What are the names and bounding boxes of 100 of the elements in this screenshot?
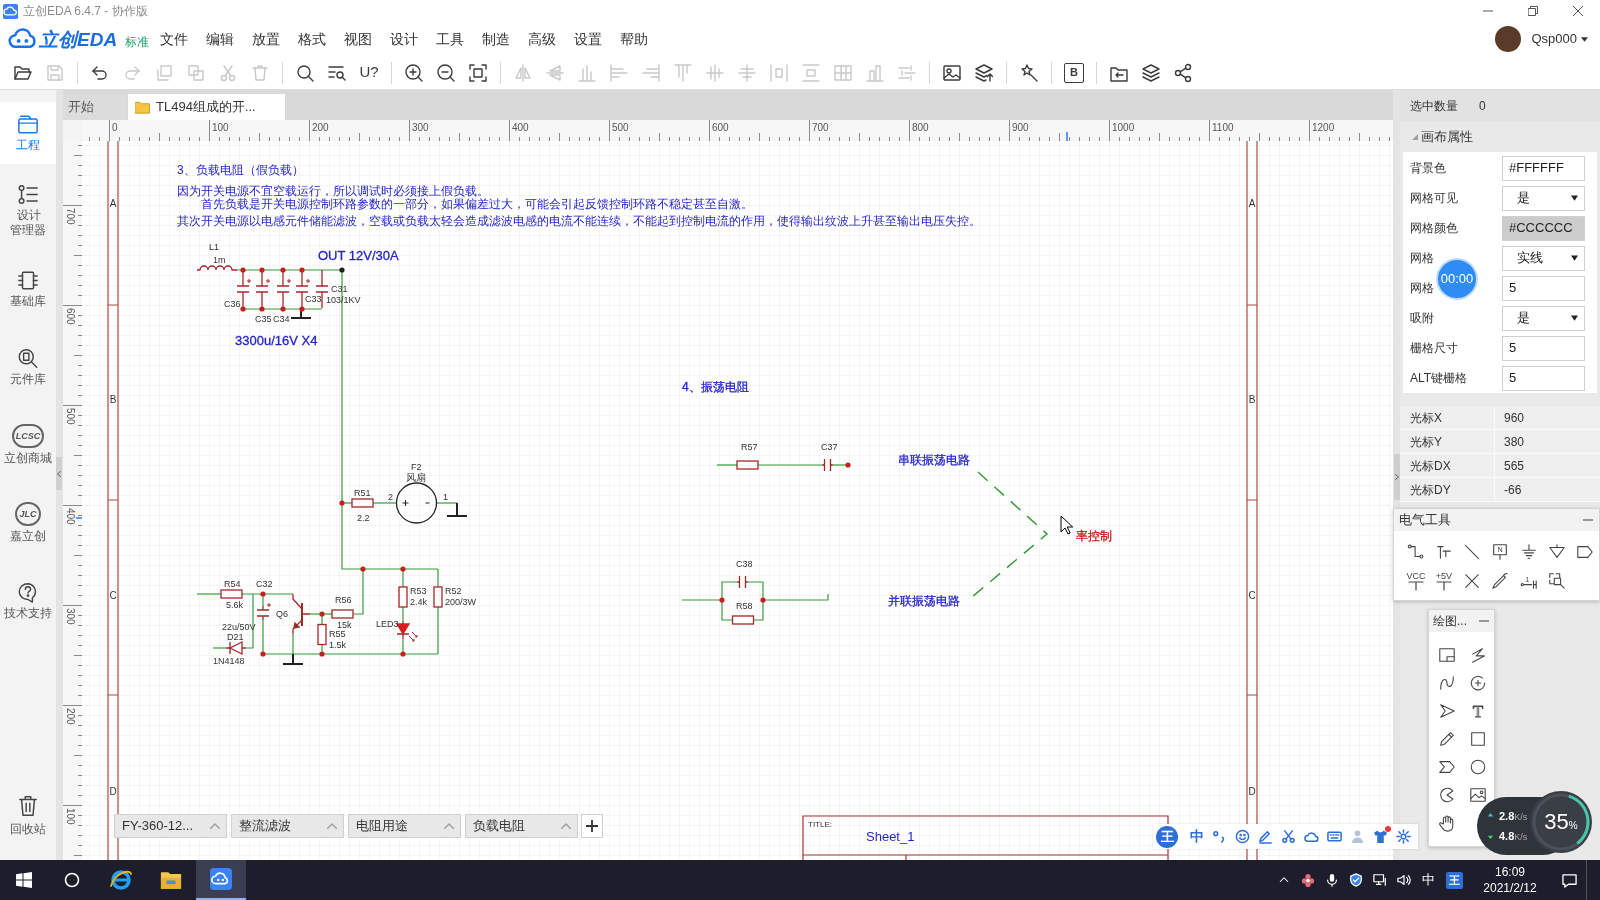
zoom-in-icon[interactable] bbox=[404, 62, 424, 83]
line-icon[interactable] bbox=[1463, 543, 1482, 561]
sheet-tab[interactable]: 整流滤波 bbox=[231, 814, 344, 838]
layers-up-icon[interactable] bbox=[974, 62, 994, 83]
junction-dot bbox=[760, 597, 766, 603]
frame-icon[interactable] bbox=[1438, 646, 1456, 664]
menu-item[interactable]: 格式 bbox=[293, 29, 331, 49]
sheet-tab[interactable]: FY-360-12... bbox=[114, 814, 227, 838]
collapse-handle[interactable] bbox=[56, 457, 62, 490]
sidebar-item[interactable]: 工程 bbox=[0, 102, 56, 164]
cloud-icon[interactable] bbox=[1304, 829, 1319, 844]
power-triangle-icon[interactable] bbox=[1547, 543, 1566, 561]
text-field[interactable]: 5 bbox=[1502, 335, 1585, 361]
share-icon[interactable] bbox=[1173, 62, 1193, 83]
text-field[interactable]: 5 bbox=[1502, 365, 1585, 391]
restore-icon[interactable] bbox=[1527, 6, 1538, 16]
sidebar-item[interactable]: 基础库 bbox=[0, 258, 56, 320]
toolbar-button[interactable]: B bbox=[1064, 62, 1084, 83]
sheet-tab[interactable]: 负载电阻 bbox=[465, 814, 578, 838]
microphone-icon[interactable] bbox=[1325, 873, 1339, 887]
sidebar-item[interactable]: 设计管理器 bbox=[0, 180, 56, 242]
dropdown[interactable]: 是 bbox=[1502, 185, 1585, 211]
fit-view-icon[interactable] bbox=[468, 62, 488, 83]
user-menu[interactable]: Qsp000 bbox=[1531, 29, 1588, 49]
close-icon[interactable] bbox=[1572, 6, 1583, 16]
sheet-tab[interactable]: 电阻用途 bbox=[348, 814, 461, 838]
dropdown[interactable]: 实线 bbox=[1502, 245, 1585, 271]
browser-icon[interactable] bbox=[109, 868, 133, 892]
ruler-label: 300 bbox=[65, 608, 76, 625]
wire-icon[interactable] bbox=[1407, 543, 1425, 561]
rectangle-icon[interactable] bbox=[1468, 730, 1487, 748]
no-connect-icon[interactable] bbox=[1463, 572, 1482, 590]
bus-entry-icon[interactable] bbox=[1435, 543, 1454, 561]
input-mode-indicator[interactable]: 中 bbox=[1421, 870, 1435, 890]
volume-icon[interactable] bbox=[1397, 873, 1411, 887]
menu-item[interactable]: 帮助 bbox=[615, 29, 653, 49]
notification-icon[interactable] bbox=[1560, 872, 1578, 888]
ruler-label: 400 bbox=[65, 508, 76, 525]
sidebar-item[interactable]: 回收站 bbox=[0, 786, 56, 846]
menu-item[interactable]: 放置 bbox=[247, 29, 285, 49]
menu-item[interactable]: 制造 bbox=[477, 29, 515, 49]
shield-icon[interactable] bbox=[1349, 873, 1363, 887]
keyboard-icon[interactable] bbox=[1327, 829, 1342, 844]
menu-item[interactable]: 设计 bbox=[385, 29, 423, 49]
menu-item[interactable]: 设置 bbox=[569, 29, 607, 49]
zoom-out-icon[interactable] bbox=[436, 62, 456, 83]
ground-icon[interactable] bbox=[1519, 543, 1538, 561]
pen-icon[interactable] bbox=[1258, 829, 1273, 844]
layers-icon[interactable] bbox=[1141, 62, 1161, 83]
bezier-curve-icon[interactable] bbox=[1438, 674, 1456, 692]
menu-item[interactable]: 文件 bbox=[155, 29, 193, 49]
export-image-icon[interactable] bbox=[942, 62, 962, 83]
taskbar-clock[interactable]: 16:09 2021/2/12 bbox=[1468, 860, 1552, 900]
net-port-icon[interactable] bbox=[1575, 543, 1594, 561]
toolbar-button[interactable]: U? bbox=[353, 57, 385, 88]
pie-icon[interactable] bbox=[1438, 786, 1456, 804]
menu-item[interactable]: 视图 bbox=[339, 29, 377, 49]
text-field[interactable]: 5 bbox=[1502, 275, 1585, 301]
text-tool-icon[interactable]: T bbox=[1468, 702, 1487, 720]
pencil-icon[interactable] bbox=[1438, 730, 1456, 748]
section-toggle[interactable]: 画布属性 bbox=[1400, 122, 1600, 152]
area-select-icon[interactable] bbox=[1547, 572, 1566, 590]
collapse-handle[interactable] bbox=[1394, 454, 1400, 500]
probe-icon[interactable] bbox=[1491, 572, 1510, 590]
avatar[interactable] bbox=[1495, 26, 1522, 52]
punctuation-icon[interactable] bbox=[1212, 829, 1227, 844]
sidebar-item[interactable]: JLC 嘉立创 bbox=[0, 492, 56, 554]
shirt-icon[interactable] bbox=[1373, 829, 1388, 844]
image-icon[interactable] bbox=[1468, 786, 1487, 804]
dropdown[interactable]: 是 bbox=[1502, 305, 1585, 331]
sidebar-item[interactable]: 技术支持 bbox=[0, 570, 56, 632]
cloud-app-icon[interactable] bbox=[210, 868, 232, 890]
search-circle-icon[interactable] bbox=[64, 872, 80, 888]
ime-button[interactable]: 王 bbox=[1445, 871, 1463, 889]
windows-logo-icon[interactable] bbox=[16, 872, 32, 888]
network-icon[interactable] bbox=[1373, 873, 1387, 887]
ime-logo[interactable]: 王 bbox=[1156, 825, 1178, 848]
zone-label: C bbox=[109, 590, 117, 601]
search-icon[interactable] bbox=[295, 62, 315, 83]
arrowhead-icon[interactable] bbox=[1438, 702, 1456, 720]
add-sheet-button[interactable] bbox=[581, 814, 603, 838]
menu-item[interactable]: 编辑 bbox=[201, 29, 239, 49]
smiley-icon[interactable] bbox=[1235, 829, 1250, 844]
menu-item[interactable]: 工具 bbox=[431, 29, 469, 49]
circle-icon[interactable] bbox=[1468, 758, 1487, 776]
sidebar-item[interactable]: LCSC 立创商城 bbox=[0, 414, 56, 476]
polygon-icon[interactable] bbox=[1438, 758, 1456, 776]
hand-icon[interactable] bbox=[1438, 814, 1456, 832]
gear-icon[interactable] bbox=[1396, 829, 1411, 844]
color-field[interactable]: #FFFFFF bbox=[1502, 155, 1585, 181]
input-mode[interactable]: 中 bbox=[1186, 826, 1208, 847]
magic-wand-icon[interactable] bbox=[1019, 62, 1039, 83]
color-field[interactable]: #CCCCCC bbox=[1502, 215, 1585, 241]
scissors-icon[interactable] bbox=[1281, 829, 1296, 844]
flower-icon[interactable] bbox=[1301, 873, 1315, 887]
folder-icon[interactable] bbox=[160, 870, 182, 890]
menu-item[interactable]: 高级 bbox=[523, 29, 561, 49]
document-tab[interactable]: TL494组成的开... bbox=[128, 94, 285, 120]
arc-icon[interactable] bbox=[1468, 674, 1487, 692]
sidebar-item[interactable]: 元件库 bbox=[0, 336, 56, 398]
